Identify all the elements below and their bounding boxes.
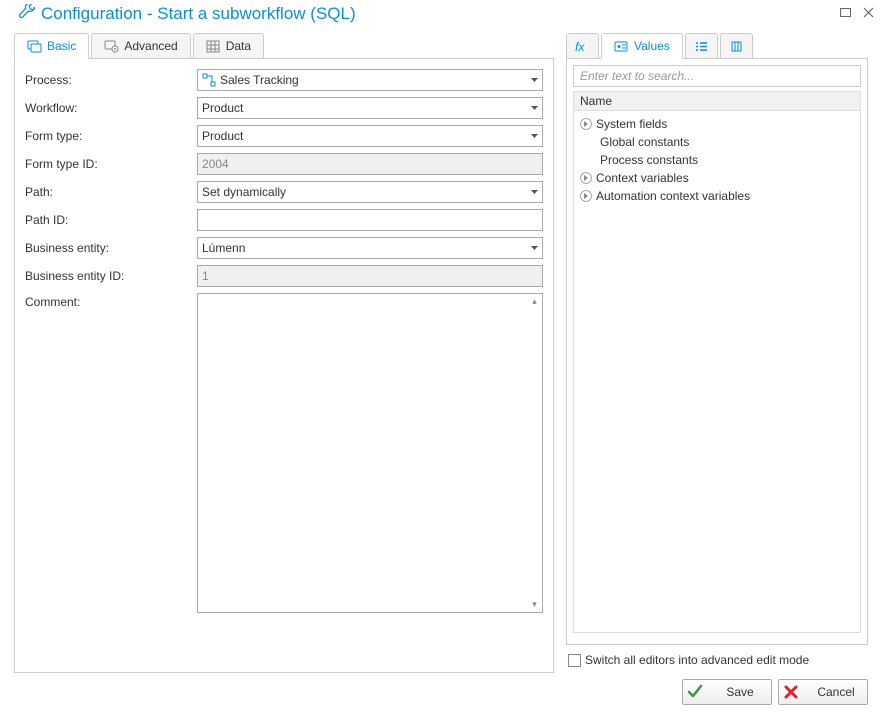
scroll-up-icon[interactable]: ▴ [527, 294, 542, 309]
expand-icon[interactable] [580, 190, 592, 202]
workflow-value: Product [202, 101, 243, 115]
advanced-mode-checkbox[interactable] [568, 654, 581, 667]
save-button[interactable]: Save [682, 679, 772, 705]
chevron-down-icon [531, 246, 538, 250]
tree-item-process-constants[interactable]: Process constants [580, 151, 854, 169]
comment-textarea[interactable]: ▴ ▾ [197, 293, 543, 613]
cancel-icon [783, 684, 799, 700]
tab-label: Values [634, 39, 670, 53]
expand-icon[interactable] [580, 118, 592, 130]
svg-text:fx: fx [575, 40, 585, 53]
tab-label: Advanced [124, 39, 177, 53]
form-type-id-label: Form type ID: [25, 157, 197, 171]
list-icon [694, 40, 709, 53]
tree-item-system-fields[interactable]: System fields [580, 115, 854, 133]
window-title: Configuration - Start a subworkflow (SQL… [41, 4, 356, 24]
path-label: Path: [25, 185, 197, 199]
chevron-down-icon [531, 134, 538, 138]
tree-item-label: System fields [596, 117, 667, 131]
chevron-down-icon [531, 106, 538, 110]
gear-doc-icon [104, 40, 119, 53]
advanced-mode-label: Switch all editors into advanced edit mo… [585, 653, 809, 667]
business-entity-id-field: 1 [197, 265, 543, 287]
left-pane: Basic Advanced Data Process: [14, 32, 554, 673]
workflow-label: Workflow: [25, 101, 197, 115]
maximize-icon[interactable] [840, 7, 851, 21]
comment-label: Comment: [25, 293, 197, 613]
window-controls [840, 7, 874, 21]
button-bar: Save Cancel [0, 673, 882, 705]
tree-item-label: Process constants [600, 153, 698, 167]
advanced-mode-row[interactable]: Switch all editors into advanced edit mo… [566, 645, 868, 667]
tree-body: System fields Global constants Process c… [573, 111, 861, 633]
form-type-label: Form type: [25, 129, 197, 143]
workflow-select[interactable]: Product [197, 97, 543, 119]
tree-item-automation-context-variables[interactable]: Automation context variables [580, 187, 854, 205]
tab-fields[interactable] [720, 33, 753, 58]
values-icon [614, 40, 629, 53]
cancel-button[interactable]: Cancel [778, 679, 868, 705]
title-bar: Configuration - Start a subworkflow (SQL… [0, 0, 882, 32]
tree-column-header[interactable]: Name [573, 91, 861, 111]
tab-label: Basic [47, 39, 76, 53]
path-select[interactable]: Set dynamically [197, 181, 543, 203]
document-icon [27, 40, 42, 53]
grid-icon [206, 40, 221, 53]
process-label: Process: [25, 73, 197, 87]
tab-fx[interactable]: fx [566, 33, 599, 58]
business-entity-id-value: 1 [202, 269, 209, 283]
form-container: Process: Sales Tracking Workflow: [14, 59, 554, 673]
tree-item-global-constants[interactable]: Global constants [580, 133, 854, 151]
right-content: Enter text to search... Name System fiel… [566, 59, 868, 645]
scroll-down-icon[interactable]: ▾ [527, 597, 542, 612]
tab-data[interactable]: Data [193, 33, 264, 58]
form-type-value: Product [202, 129, 243, 143]
business-entity-label: Business entity: [25, 241, 197, 255]
save-button-label: Save [709, 685, 771, 699]
process-value: Sales Tracking [220, 73, 299, 87]
business-entity-value: Lúmenn [202, 241, 245, 255]
right-pane: fx Values Enter text to search... Name [566, 32, 868, 673]
tab-basic[interactable]: Basic [14, 33, 89, 59]
tab-list[interactable] [685, 33, 718, 58]
business-entity-select[interactable]: Lúmenn [197, 237, 543, 259]
tab-label: Data [226, 39, 251, 53]
check-icon [687, 684, 703, 700]
tree-item-label: Context variables [596, 171, 689, 185]
expand-icon[interactable] [580, 172, 592, 184]
search-placeholder: Enter text to search... [580, 69, 694, 83]
chevron-down-icon [531, 78, 538, 82]
form-type-id-value: 2004 [202, 157, 229, 171]
tab-values[interactable]: Values [601, 33, 683, 59]
chevron-down-icon [531, 190, 538, 194]
left-tab-strip: Basic Advanced Data [14, 32, 554, 59]
form-type-id-field: 2004 [197, 153, 543, 175]
fields-icon [729, 40, 744, 53]
path-value: Set dynamically [202, 185, 286, 199]
tree-header-label: Name [580, 94, 612, 108]
tree-item-label: Global constants [600, 135, 689, 149]
process-icon [202, 73, 216, 87]
business-entity-id-label: Business entity ID: [25, 269, 197, 283]
cancel-button-label: Cancel [805, 685, 867, 699]
function-icon: fx [575, 40, 590, 53]
search-input[interactable]: Enter text to search... [573, 65, 861, 87]
tab-advanced[interactable]: Advanced [91, 33, 190, 58]
tree-item-label: Automation context variables [596, 189, 750, 203]
path-id-label: Path ID: [25, 213, 197, 227]
wrench-icon [18, 4, 35, 24]
path-id-input[interactable] [197, 209, 543, 231]
process-select[interactable]: Sales Tracking [197, 69, 543, 91]
form-type-select[interactable]: Product [197, 125, 543, 147]
tree-item-context-variables[interactable]: Context variables [580, 169, 854, 187]
right-tab-strip: fx Values [566, 32, 868, 59]
close-icon[interactable] [863, 7, 874, 21]
